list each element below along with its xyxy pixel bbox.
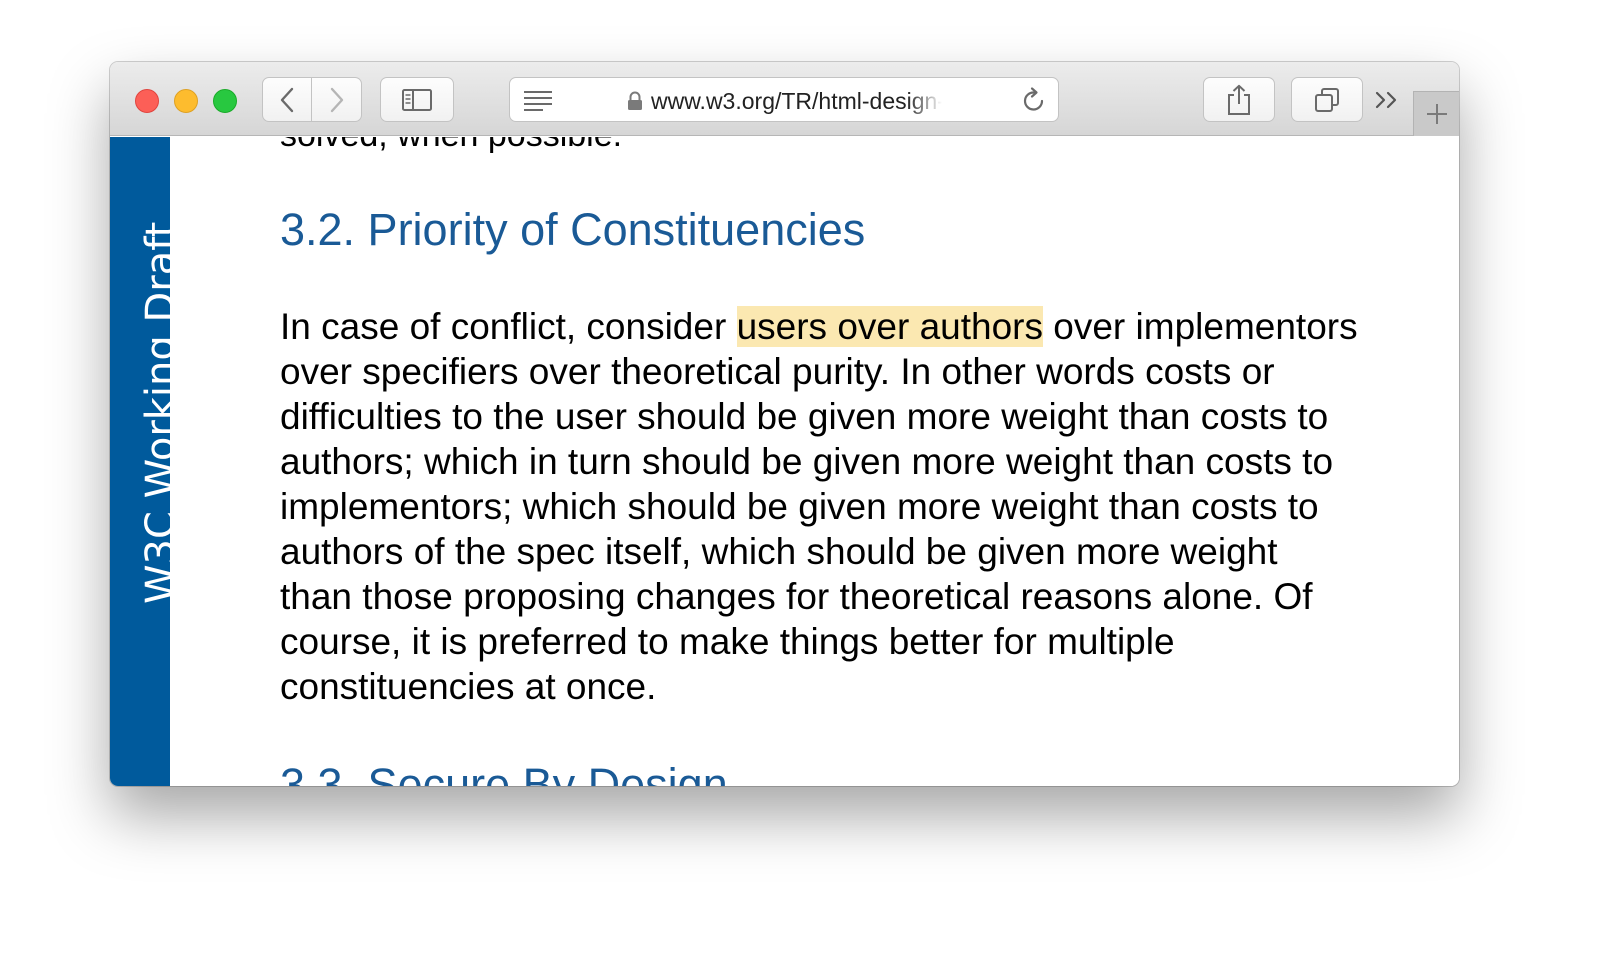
previous-paragraph-fragment: solved, when possible. xyxy=(280,137,622,155)
w3c-status-banner[interactable]: W3C Working Draft xyxy=(110,137,184,786)
section-heading-3-3[interactable]: 3.3. Secure By Design xyxy=(280,759,728,786)
toolbar-overflow-button[interactable] xyxy=(1372,84,1402,116)
tabs-overview-icon xyxy=(1315,87,1339,112)
paragraph-line: difficulties to the user should be given… xyxy=(280,396,1329,437)
paragraph-line: course, it is preferred to make things b… xyxy=(280,621,1175,662)
forward-button[interactable] xyxy=(312,77,362,122)
sidebar-icon xyxy=(402,88,432,111)
double-chevron-right-icon xyxy=(1375,91,1397,109)
paragraph-line: authors; which in turn should be given m… xyxy=(280,441,1334,482)
zoom-window-button[interactable] xyxy=(213,89,237,113)
paragraph-line: over specifiers over theoretical purity.… xyxy=(280,351,1275,392)
page-content: W3C Working Draft solved, when possible.… xyxy=(110,137,1459,786)
paragraph-line: constituencies at once. xyxy=(280,666,657,707)
show-all-tabs-button[interactable] xyxy=(1291,77,1363,122)
reader-view-icon[interactable] xyxy=(523,89,553,116)
chevron-left-icon xyxy=(280,87,294,112)
close-window-button[interactable] xyxy=(135,89,159,113)
reload-icon[interactable] xyxy=(1021,86,1047,119)
share-icon xyxy=(1228,84,1250,115)
browser-window: www.w3.org/TR/html-design-principles/ W3… xyxy=(110,62,1459,786)
back-button[interactable] xyxy=(262,77,312,122)
address-bar[interactable]: www.w3.org/TR/html-design-principles/ xyxy=(509,77,1059,122)
share-button[interactable] xyxy=(1203,77,1275,122)
paragraph-line: implementors; which should be given more… xyxy=(280,486,1319,527)
paragraph-line: In case of conflict, consider users over… xyxy=(280,304,1430,349)
sidebar-toggle-button[interactable] xyxy=(380,77,454,122)
line-text: In case of conflict, consider xyxy=(280,306,737,347)
minimize-window-button[interactable] xyxy=(174,89,198,113)
url-text[interactable]: www.w3.org/TR/html-design-principles/ xyxy=(651,88,942,114)
section-heading-3-2[interactable]: 3.2. Priority of Constituencies xyxy=(280,204,865,256)
paragraph-line: than those proposing changes for theoret… xyxy=(280,576,1313,617)
line-text: over implementors xyxy=(1043,306,1358,347)
lock-icon xyxy=(627,91,643,116)
priority-paragraph: In case of conflict, consider users over… xyxy=(280,304,1430,709)
new-tab-button[interactable] xyxy=(1413,91,1459,136)
chevron-right-icon xyxy=(330,87,343,112)
browser-toolbar: www.w3.org/TR/html-design-principles/ xyxy=(110,62,1459,136)
plus-icon xyxy=(1426,104,1447,124)
paragraph-line: authors of the spec itself, which should… xyxy=(280,531,1278,572)
highlighted-text: users over authors xyxy=(736,306,1043,347)
w3c-status-label: W3C Working Draft xyxy=(138,221,184,604)
